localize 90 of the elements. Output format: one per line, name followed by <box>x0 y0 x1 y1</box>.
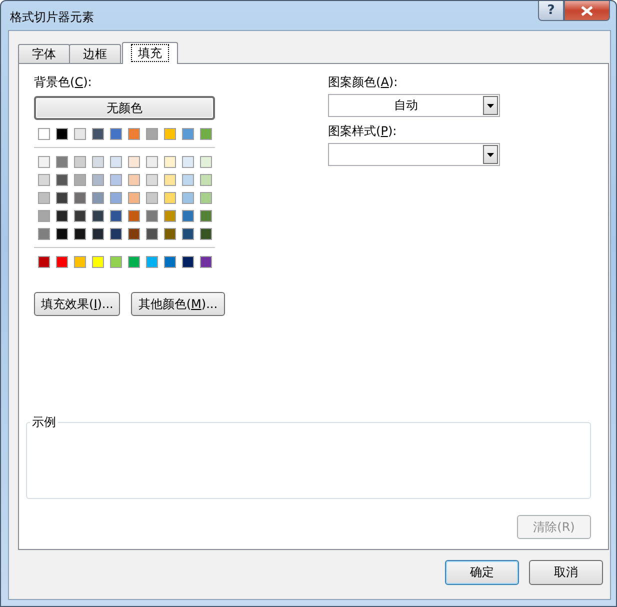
color-swatch[interactable] <box>146 228 158 240</box>
color-swatch[interactable] <box>110 210 122 222</box>
color-swatch[interactable] <box>74 210 86 222</box>
color-swatch[interactable] <box>56 210 68 222</box>
pattern-color-dropdown[interactable]: 自动 <box>328 94 500 117</box>
color-swatch[interactable] <box>110 256 122 268</box>
color-swatch[interactable] <box>56 156 68 168</box>
close-icon <box>580 6 594 16</box>
cancel-button[interactable]: 取消 <box>529 560 603 585</box>
color-swatch[interactable] <box>128 228 140 240</box>
color-swatch[interactable] <box>38 174 50 186</box>
color-swatch[interactable] <box>146 128 158 140</box>
color-swatch[interactable] <box>182 192 194 204</box>
tab[interactable]: 边框 <box>69 44 121 63</box>
no-color-button[interactable]: 无颜色 <box>34 96 215 120</box>
color-swatch[interactable] <box>182 156 194 168</box>
color-swatch[interactable] <box>74 228 86 240</box>
color-swatch[interactable] <box>92 192 104 204</box>
color-swatch[interactable] <box>128 128 140 140</box>
color-swatch[interactable] <box>128 210 140 222</box>
color-swatch[interactable] <box>200 210 212 222</box>
dialog-option-button[interactable]: 其他颜色(M)... <box>131 292 225 316</box>
color-swatch[interactable] <box>182 228 194 240</box>
color-swatch[interactable] <box>200 256 212 268</box>
color-swatch[interactable] <box>110 156 122 168</box>
color-swatch[interactable] <box>92 174 104 186</box>
color-swatch[interactable] <box>38 156 50 168</box>
close-button[interactable] <box>564 1 610 21</box>
color-swatch[interactable] <box>200 174 212 186</box>
window-title: 格式切片器元素 <box>10 9 94 26</box>
color-swatch[interactable] <box>128 192 140 204</box>
dropdown-arrow-icon <box>487 104 494 108</box>
background-color-label: 背景色(C): <box>34 74 93 90</box>
color-swatch[interactable] <box>110 192 122 204</box>
color-swatch[interactable] <box>182 210 194 222</box>
color-swatch[interactable] <box>74 192 86 204</box>
color-swatch[interactable] <box>74 256 86 268</box>
dialog-option-button[interactable]: 填充效果(I)... <box>34 292 120 316</box>
color-swatch[interactable] <box>146 156 158 168</box>
color-swatch[interactable] <box>92 228 104 240</box>
color-swatch[interactable] <box>164 256 176 268</box>
ok-button[interactable]: 确定 <box>445 560 519 585</box>
color-swatch[interactable] <box>128 174 140 186</box>
color-swatch[interactable] <box>56 228 68 240</box>
color-swatch[interactable] <box>146 210 158 222</box>
color-swatch[interactable] <box>56 192 68 204</box>
color-swatch[interactable] <box>146 256 158 268</box>
color-swatch[interactable] <box>200 192 212 204</box>
color-swatch[interactable] <box>164 128 176 140</box>
pattern-color-label: 图案颜色(A): <box>328 74 399 90</box>
tab[interactable]: 字体 <box>18 44 70 63</box>
color-swatch[interactable] <box>164 210 176 222</box>
help-button[interactable]: ? <box>538 1 564 21</box>
pattern-style-dropdown[interactable] <box>328 143 500 166</box>
color-swatch[interactable] <box>182 174 194 186</box>
color-swatch[interactable] <box>92 156 104 168</box>
color-swatch[interactable] <box>128 156 140 168</box>
tab[interactable]: 填充 <box>122 42 178 64</box>
color-swatch[interactable] <box>110 174 122 186</box>
color-swatch[interactable] <box>74 174 86 186</box>
color-swatch[interactable] <box>200 228 212 240</box>
color-swatch[interactable] <box>200 156 212 168</box>
color-swatch[interactable] <box>56 128 68 140</box>
color-swatch[interactable] <box>146 192 158 204</box>
color-swatch[interactable] <box>38 228 50 240</box>
color-swatch[interactable] <box>128 256 140 268</box>
sample-label: 示例 <box>30 415 58 429</box>
color-swatch[interactable] <box>200 128 212 140</box>
color-swatch[interactable] <box>92 128 104 140</box>
color-swatch[interactable] <box>164 192 176 204</box>
color-swatch[interactable] <box>164 228 176 240</box>
color-swatch[interactable] <box>38 192 50 204</box>
color-swatch[interactable] <box>110 128 122 140</box>
pattern-style-label: 图案样式(P): <box>328 123 398 139</box>
color-swatch[interactable] <box>164 174 176 186</box>
color-swatch[interactable] <box>56 256 68 268</box>
color-swatch[interactable] <box>182 128 194 140</box>
color-swatch[interactable] <box>182 256 194 268</box>
dropdown-arrow-icon <box>487 152 494 156</box>
color-swatch[interactable] <box>56 174 68 186</box>
color-swatch[interactable] <box>92 210 104 222</box>
color-swatch[interactable] <box>38 128 50 140</box>
color-swatch[interactable] <box>38 256 50 268</box>
color-swatch[interactable] <box>74 156 86 168</box>
color-swatch[interactable] <box>38 210 50 222</box>
color-swatch[interactable] <box>110 228 122 240</box>
color-swatch[interactable] <box>164 156 176 168</box>
color-swatch[interactable] <box>92 256 104 268</box>
color-swatch[interactable] <box>146 174 158 186</box>
color-swatch[interactable] <box>74 128 86 140</box>
